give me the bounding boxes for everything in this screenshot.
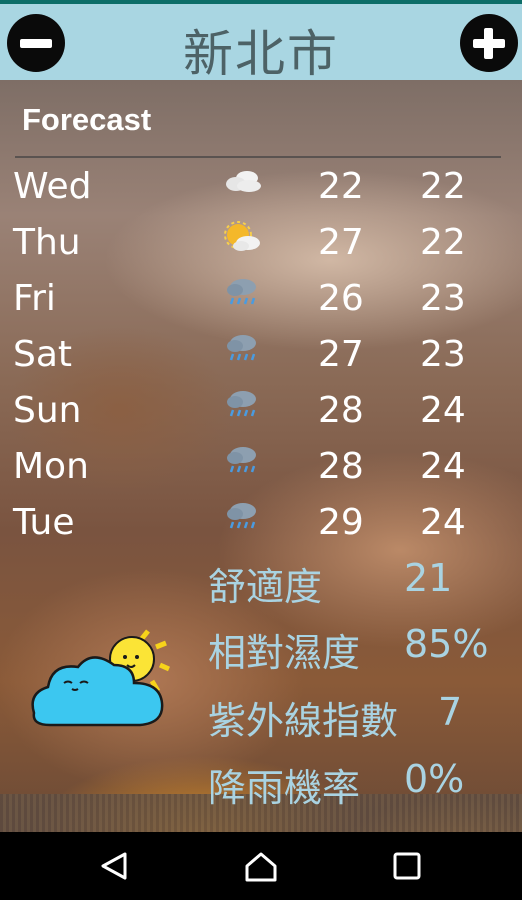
forecast-day: Thu [13, 222, 81, 263]
forecast-day: Wed [13, 166, 92, 207]
forecast-high: 27 [318, 222, 364, 263]
forecast-heading: Forecast [22, 102, 152, 137]
forecast-high: 28 [318, 446, 364, 487]
partly-sunny-icon [224, 221, 260, 251]
rain-chance-label: 降雨機率 [208, 766, 361, 810]
forecast-low: 23 [420, 278, 466, 319]
uv-index-value: 7 [438, 690, 463, 734]
cloudy-icon [226, 171, 261, 192]
forecast-low: 24 [420, 446, 466, 487]
humidity-value: 85% [404, 622, 489, 666]
forecast-day: Fri [13, 278, 56, 319]
add-city-button[interactable] [460, 14, 518, 72]
forecast-high: 26 [318, 278, 364, 319]
forecast-low: 24 [420, 502, 466, 543]
rain-icon [227, 279, 256, 305]
rain-icon [227, 503, 256, 529]
forecast-high: 28 [318, 390, 364, 431]
forecast-day: Sun [13, 390, 82, 431]
forecast-high: 27 [318, 334, 364, 375]
home-icon[interactable] [243, 850, 279, 882]
uv-index-label: 紫外線指數 [208, 699, 399, 743]
forecast-row: Thu 27 22 [0, 216, 522, 272]
forecast-high: 22 [318, 166, 364, 207]
system-navigation-bar [0, 832, 522, 900]
app-header: 新北市 [0, 0, 522, 83]
forecast-day: Mon [13, 446, 89, 487]
rain-icon [227, 447, 256, 473]
recents-square-icon[interactable] [389, 850, 425, 882]
rain-chance-value: 0% [404, 757, 465, 801]
forecast-low: 23 [420, 334, 466, 375]
forecast-low: 24 [420, 390, 466, 431]
rain-icon [227, 391, 256, 417]
forecast-day: Tue [13, 502, 75, 543]
forecast-row: Sun 28 24 [0, 384, 522, 440]
forecast-row: Wed 22 22 [0, 160, 522, 216]
sun-and-cloud-mascot-icon [31, 629, 170, 727]
forecast-row: Mon 28 24 [0, 440, 522, 496]
comfort-value: 21 [404, 556, 453, 600]
city-title: 新北市 [183, 25, 339, 83]
forecast-row: Fri 26 23 [0, 272, 522, 328]
rain-icon [227, 335, 256, 361]
forecast-row: Tue 29 24 [0, 496, 522, 552]
forecast-row: Sat 27 23 [0, 328, 522, 384]
comfort-label: 舒適度 [208, 565, 323, 609]
forecast-low: 22 [420, 166, 466, 207]
forecast-day: Sat [13, 334, 73, 375]
forecast-low: 22 [420, 222, 466, 263]
forecast-high: 29 [318, 502, 364, 543]
humidity-label: 相對濕度 [208, 631, 361, 675]
forecast-divider [15, 156, 501, 158]
back-triangle-icon[interactable] [97, 850, 133, 882]
